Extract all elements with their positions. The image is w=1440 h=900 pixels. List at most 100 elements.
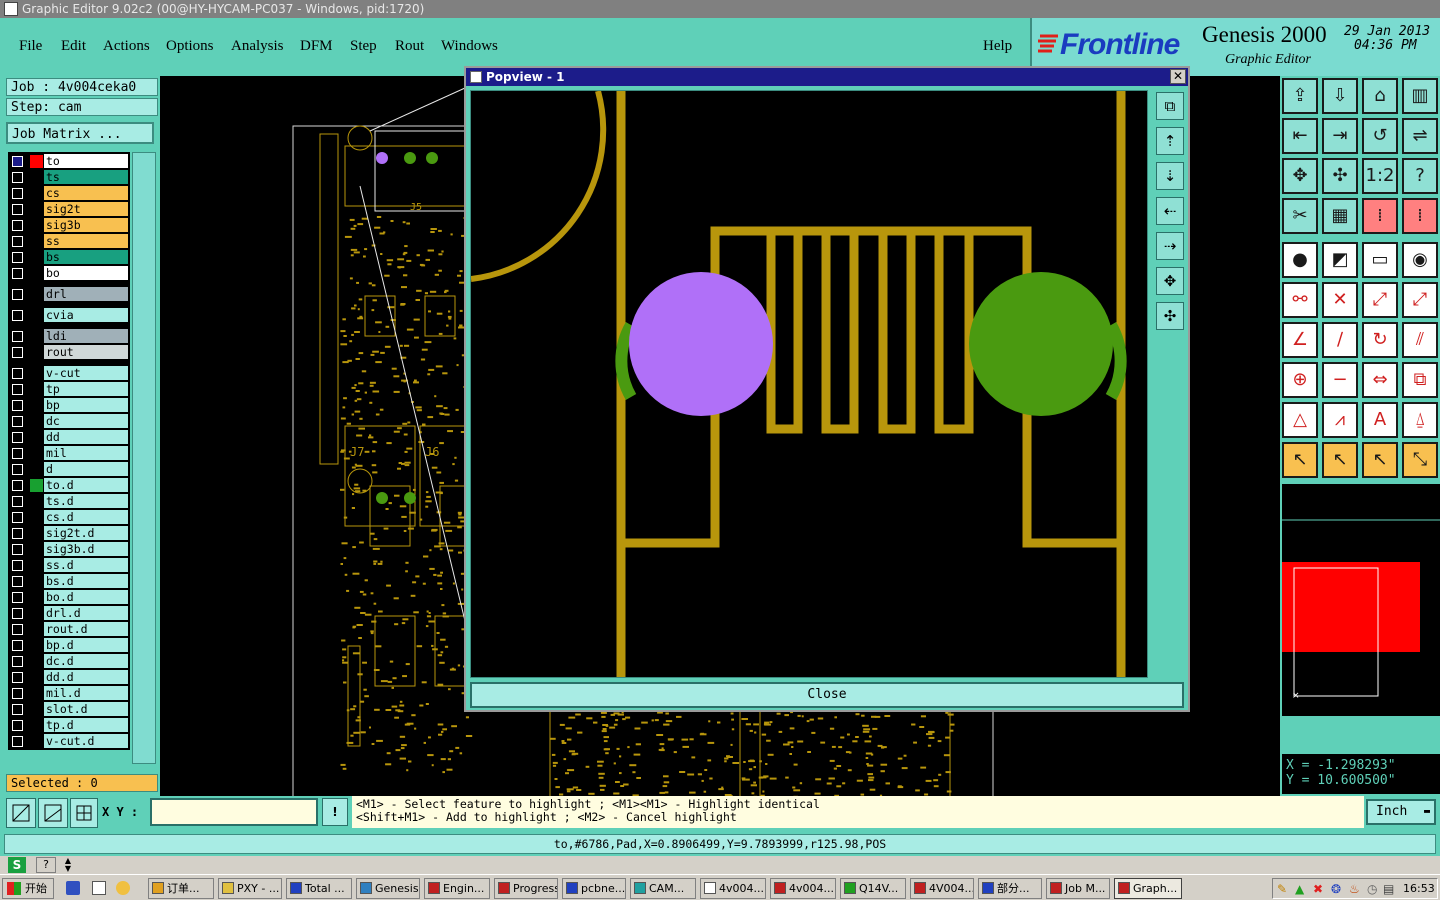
layer-checkbox[interactable] [12, 496, 23, 507]
fit-icon[interactable]: ✥ [1282, 158, 1318, 194]
menu-actions[interactable]: Actions [103, 38, 150, 55]
layer-row-cs[interactable]: cs [8, 186, 130, 201]
layer-checkbox[interactable] [12, 464, 23, 475]
layer-row-ss[interactable]: ss [8, 234, 130, 249]
tray-volume-icon[interactable]: ▤ [1383, 882, 1394, 896]
layer-row-sig3b-d[interactable]: sig3b.d [8, 542, 130, 557]
layer-checkbox[interactable] [12, 736, 23, 747]
taskbar-item[interactable]: 4v004... [700, 878, 766, 899]
layer-checkbox[interactable] [12, 331, 23, 342]
line-icon[interactable]: ∠ [1282, 322, 1318, 358]
layer-checkbox[interactable] [12, 384, 23, 395]
layer-row-ldi[interactable]: ldi [8, 329, 130, 344]
taskbar-item[interactable]: CAM... [630, 878, 696, 899]
save-icon[interactable]: ⇩ [1322, 78, 1358, 114]
menu-windows[interactable]: Windows [441, 38, 498, 55]
tray-x-icon[interactable]: ✖ [1313, 882, 1323, 896]
layer-checkbox[interactable] [12, 236, 23, 247]
layer-checkbox[interactable] [12, 310, 23, 321]
layer-row-drl-d[interactable]: drl.d [8, 606, 130, 621]
menu-options[interactable]: Options [166, 38, 214, 55]
layer-row-dc-d[interactable]: dc.d [8, 654, 130, 669]
layer-row-dd[interactable]: dd [8, 430, 130, 445]
layer-row-rout-d[interactable]: rout.d [8, 622, 130, 637]
connect-alt-icon[interactable]: ⤢ [1402, 282, 1438, 318]
layer-checkbox[interactable] [12, 672, 23, 683]
layer-row-tp-d[interactable]: tp.d [8, 718, 130, 733]
pv-down-icon[interactable]: ⇣ [1156, 162, 1184, 190]
layer-checkbox[interactable] [12, 528, 23, 539]
layer-checkbox[interactable] [12, 204, 23, 215]
layer-checkbox[interactable] [12, 480, 23, 491]
menu-analysis[interactable]: Analysis [231, 38, 284, 55]
start-button[interactable]: 开始 [2, 878, 54, 899]
pan-right-icon[interactable]: ⇥ [1322, 118, 1358, 154]
triangle-b-icon[interactable]: A [1362, 402, 1398, 438]
snap-icon[interactable]: ✂ [1282, 198, 1318, 234]
layer-checkbox[interactable] [12, 448, 23, 459]
layer-checkbox[interactable] [12, 289, 23, 300]
layer-row-ts-d[interactable]: ts.d [8, 494, 130, 509]
net-blue-icon[interactable]: ⁞ [1402, 198, 1438, 234]
pv-left-icon[interactable]: ⇠ [1156, 197, 1184, 225]
layer-row-dc[interactable]: dc [8, 414, 130, 429]
tray-security-icon[interactable]: ❂ [1331, 882, 1341, 896]
layer-row-bp-d[interactable]: bp.d [8, 638, 130, 653]
layer-row-bo[interactable]: bo [8, 266, 130, 281]
quicklaunch-media-icon[interactable] [116, 881, 130, 895]
pointer-move-icon[interactable]: ⤡ [1402, 442, 1438, 478]
pointer-alt-icon[interactable]: ↖ [1362, 442, 1398, 478]
measure-icon[interactable] [38, 798, 68, 828]
layer-checkbox[interactable] [12, 688, 23, 699]
quicklaunch-ie-icon[interactable] [66, 881, 80, 895]
popview-close-icon[interactable]: ✕ [1170, 69, 1186, 84]
redo-icon[interactable]: ⇌ [1402, 118, 1438, 154]
layer-row-drl[interactable]: drl [8, 287, 130, 302]
layer-row-cvia[interactable]: cvia [8, 308, 130, 323]
layer-row-rout[interactable]: rout [8, 345, 130, 360]
layer-checkbox[interactable] [12, 640, 23, 651]
taskbar-item[interactable]: Engin... [424, 878, 490, 899]
popview-canvas[interactable] [470, 90, 1148, 678]
ruler-icon[interactable]: ▭ [1362, 242, 1398, 278]
connect-icon[interactable]: ⤢ [1362, 282, 1398, 318]
taskbar-item[interactable]: Total ... [286, 878, 352, 899]
layer-checkbox[interactable] [12, 544, 23, 555]
layer-checkbox[interactable] [12, 608, 23, 619]
add-pad-icon[interactable]: ⊕ [1282, 362, 1318, 398]
layer-checkbox[interactable] [12, 560, 23, 571]
layer-row-bs[interactable]: bs [8, 250, 130, 265]
triangle-c-icon[interactable]: ⍙ [1402, 402, 1438, 438]
layer-checkbox[interactable] [12, 416, 23, 427]
center-icon[interactable]: ✣ [1322, 158, 1358, 194]
cross-icon[interactable]: ✕ [1322, 282, 1358, 318]
layer-checkbox[interactable] [12, 704, 23, 715]
pad-outline-icon[interactable]: ◉ [1402, 242, 1438, 278]
pv-up-icon[interactable]: ⇡ [1156, 127, 1184, 155]
layer-row-to[interactable]: to [8, 154, 130, 169]
s-app-icon[interactable]: S [8, 857, 26, 873]
layer-checkbox[interactable] [12, 156, 23, 167]
taskbar-item[interactable]: Progress [494, 878, 558, 899]
triangle-icon[interactable]: △ [1282, 402, 1318, 438]
job-matrix-button[interactable]: Job Matrix ... [6, 122, 154, 144]
pv-right-icon[interactable]: ⇢ [1156, 232, 1184, 260]
taskbar-item[interactable]: Graph... [1114, 878, 1182, 899]
menu-dfm[interactable]: DFM [300, 38, 333, 55]
taskbar-item[interactable]: Genesis [356, 878, 420, 899]
layer-checkbox[interactable] [12, 400, 23, 411]
layer-row-mil[interactable]: mil [8, 446, 130, 461]
layer-list-scrollbar[interactable] [132, 152, 156, 764]
taskbar-item[interactable]: PXY - ... [218, 878, 282, 899]
layer-checkbox[interactable] [12, 512, 23, 523]
polygon-icon[interactable]: ◩ [1322, 242, 1358, 278]
undo-icon[interactable]: ↺ [1362, 118, 1398, 154]
menu-step[interactable]: Step [350, 38, 377, 55]
layer-checkbox[interactable] [12, 268, 23, 279]
pv-zoom-in-icon[interactable]: ✥ [1156, 267, 1184, 295]
layer-checkbox[interactable] [12, 368, 23, 379]
pan-left-icon[interactable]: ⇤ [1282, 118, 1318, 154]
units-select[interactable]: Inch ▬ [1366, 799, 1436, 825]
layer-row-v-cut[interactable]: v-cut [8, 366, 130, 381]
layer-row-slot-d[interactable]: slot.d [8, 702, 130, 717]
